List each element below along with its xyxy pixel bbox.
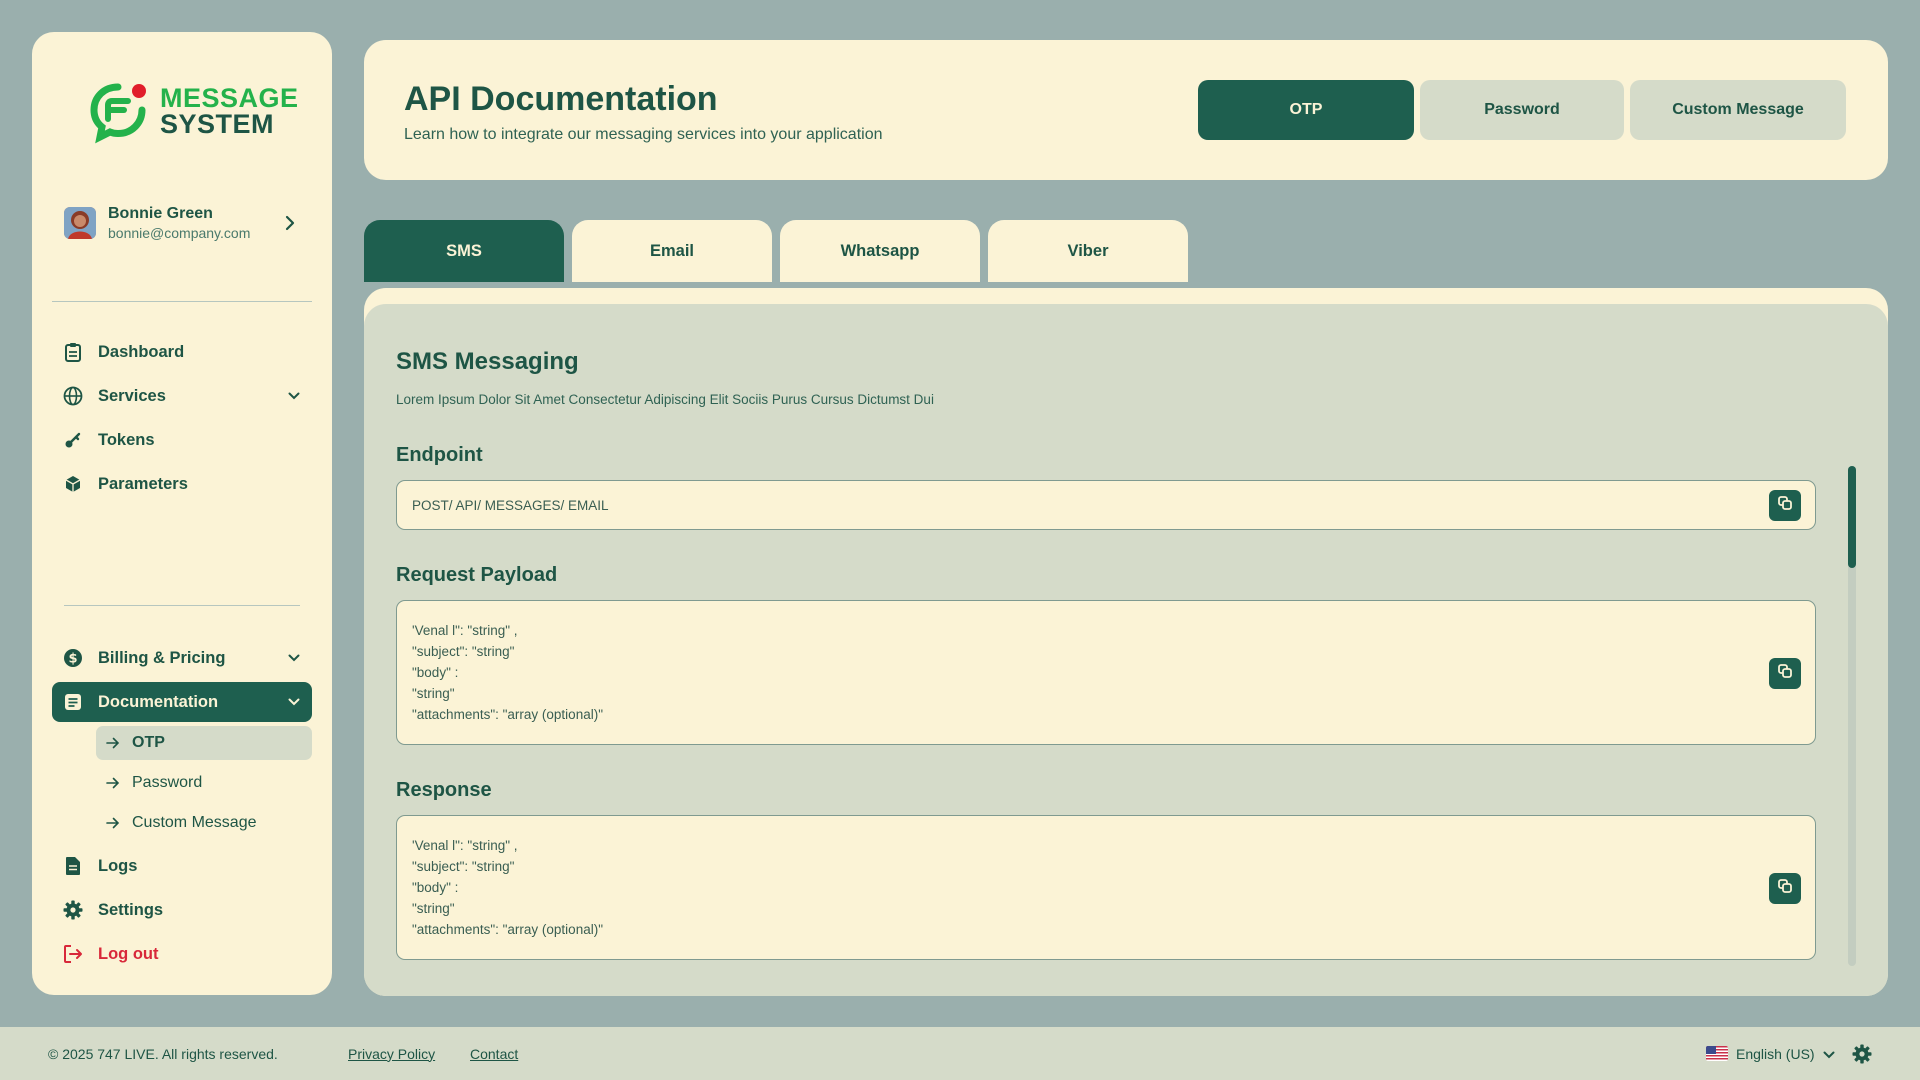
section-description: Lorem Ipsum Dolor Sit Amet Consectetur A… [396, 392, 934, 407]
response-code-block[interactable]: 'Venal l": "string" , "subject": "string… [396, 815, 1816, 960]
nav-tokens-label: Tokens [98, 430, 155, 449]
dollar-icon: $ [62, 647, 84, 669]
nav-dashboard-label: Dashboard [98, 342, 185, 361]
nav-logout-label: Log out [98, 944, 159, 963]
settings-gear-icon[interactable] [1850, 1042, 1874, 1066]
response-label: Response [396, 779, 492, 801]
chevron-down-icon [286, 650, 302, 666]
language-label: English (US) [1736, 1045, 1815, 1062]
nav-services-label: Services [98, 386, 166, 405]
privacy-policy-link[interactable]: Privacy Policy [348, 1046, 435, 1062]
copy-icon [1778, 664, 1792, 683]
nav-logs[interactable]: Logs [52, 846, 312, 886]
us-flag-icon [1706, 1046, 1728, 1061]
tab-whatsapp[interactable]: Whatsapp [780, 220, 980, 282]
nav-documentation[interactable]: Documentation [52, 682, 312, 722]
brand-line2: SYSTEM [160, 109, 275, 139]
chevron-down-icon [286, 694, 302, 710]
endpoint-value: POST/ API/ MESSAGES/ EMAIL [412, 498, 609, 513]
tab-email[interactable]: Email [572, 220, 772, 282]
payload-code-block[interactable]: 'Venal l": "string" , "subject": "string… [396, 600, 1816, 745]
user-name: Bonnie Green [108, 205, 213, 222]
message-logo-icon [84, 77, 152, 145]
copy-endpoint-button[interactable] [1769, 490, 1801, 521]
divider [52, 301, 312, 302]
content-panel: SMS Messaging Lorem Ipsum Dolor Sit Amet… [364, 304, 1888, 996]
contact-link[interactable]: Contact [470, 1046, 518, 1062]
endpoint-label: Endpoint [396, 444, 483, 466]
brand-line1: MESSAGE [160, 83, 299, 113]
nav-settings[interactable]: Settings [52, 890, 312, 930]
segment-otp[interactable]: OTP [1198, 80, 1414, 140]
brand-logo[interactable]: MESSAGE SYSTEM [84, 77, 299, 145]
nav-billing-label: Billing & Pricing [98, 648, 226, 667]
page-header: API Documentation Learn how to integrate… [364, 40, 1888, 180]
nav-logs-label: Logs [98, 856, 138, 875]
main-nav: Dashboard Services Tokens Parameters [52, 332, 312, 508]
copyright-text: © 2025 747 LIVE. All rights reserved. [48, 1045, 278, 1062]
nav-logout[interactable]: Log out [52, 934, 312, 974]
chevron-right-icon[interactable] [280, 213, 300, 233]
secondary-nav: $ Billing & Pricing Documentation OTP Pa… [52, 638, 312, 978]
section-title: SMS Messaging [396, 348, 579, 375]
nav-billing[interactable]: $ Billing & Pricing [52, 638, 312, 678]
svg-text:$: $ [68, 652, 77, 667]
avatar [64, 207, 96, 239]
key-icon [62, 429, 84, 451]
tab-viber[interactable]: Viber [988, 220, 1188, 282]
response-code: 'Venal l": "string" , "subject": "string… [412, 838, 603, 937]
nav-dashboard[interactable]: Dashboard [52, 332, 312, 372]
copy-icon [1778, 879, 1792, 898]
user-email: bonnie@company.com [108, 225, 251, 241]
page-subtitle: Learn how to integrate our messaging ser… [404, 126, 883, 143]
copy-icon [1778, 496, 1792, 515]
copy-payload-button[interactable] [1769, 658, 1801, 689]
nav-parameters-label: Parameters [98, 474, 188, 493]
brand-wordmark: MESSAGE SYSTEM [160, 83, 299, 139]
chevron-down-icon [286, 388, 302, 404]
nav-parameters[interactable]: Parameters [52, 464, 312, 504]
scrollbar-thumb[interactable] [1848, 466, 1856, 568]
endpoint-field[interactable]: POST/ API/ MESSAGES/ EMAIL [396, 480, 1816, 530]
subnav-password[interactable]: Password [96, 766, 312, 800]
page-title: API Documentation [404, 80, 718, 118]
scrollbar[interactable] [1848, 466, 1856, 966]
subnav-otp-label: OTP [132, 734, 165, 751]
nav-services[interactable]: Services [52, 376, 312, 416]
arrow-right-icon [104, 737, 122, 749]
copy-response-button[interactable] [1769, 873, 1801, 904]
nav-tokens[interactable]: Tokens [52, 420, 312, 460]
subnav-password-label: Password [132, 774, 203, 791]
gear-icon [62, 899, 84, 921]
nav-settings-label: Settings [98, 900, 164, 919]
arrow-right-icon [104, 817, 122, 829]
cube-icon [62, 473, 84, 495]
globe-icon [62, 385, 84, 407]
user-profile[interactable]: Bonnie Green bonnie@company.com [64, 198, 300, 248]
sidebar: MESSAGE SYSTEM Bonnie Green bonnie@compa… [32, 32, 332, 995]
divider [64, 605, 300, 606]
payload-label: Request Payload [396, 564, 558, 586]
arrow-right-icon [104, 777, 122, 789]
subnav-custom-message[interactable]: Custom Message [96, 806, 312, 840]
chevron-down-icon [1823, 1046, 1835, 1062]
language-selector[interactable]: English (US) [1706, 1046, 1835, 1062]
footer: © 2025 747 LIVE. All rights reserved. Pr… [0, 1027, 1920, 1080]
segment-custom-message[interactable]: Custom Message [1630, 80, 1846, 140]
subnav-custom-message-label: Custom Message [132, 814, 257, 831]
nav-documentation-label: Documentation [98, 692, 219, 711]
tab-sms[interactable]: SMS [364, 220, 564, 282]
file-icon [62, 855, 84, 877]
channel-tabs: SMS Email Whatsapp Viber [364, 220, 1188, 282]
payload-code: 'Venal l": "string" , "subject": "string… [412, 623, 603, 722]
doc-type-selector: OTP Password Custom Message [1198, 80, 1846, 140]
document-icon [62, 691, 84, 713]
logout-icon [62, 943, 84, 965]
subnav-otp[interactable]: OTP [96, 726, 312, 760]
segment-password[interactable]: Password [1420, 80, 1624, 140]
clipboard-icon [62, 341, 84, 363]
